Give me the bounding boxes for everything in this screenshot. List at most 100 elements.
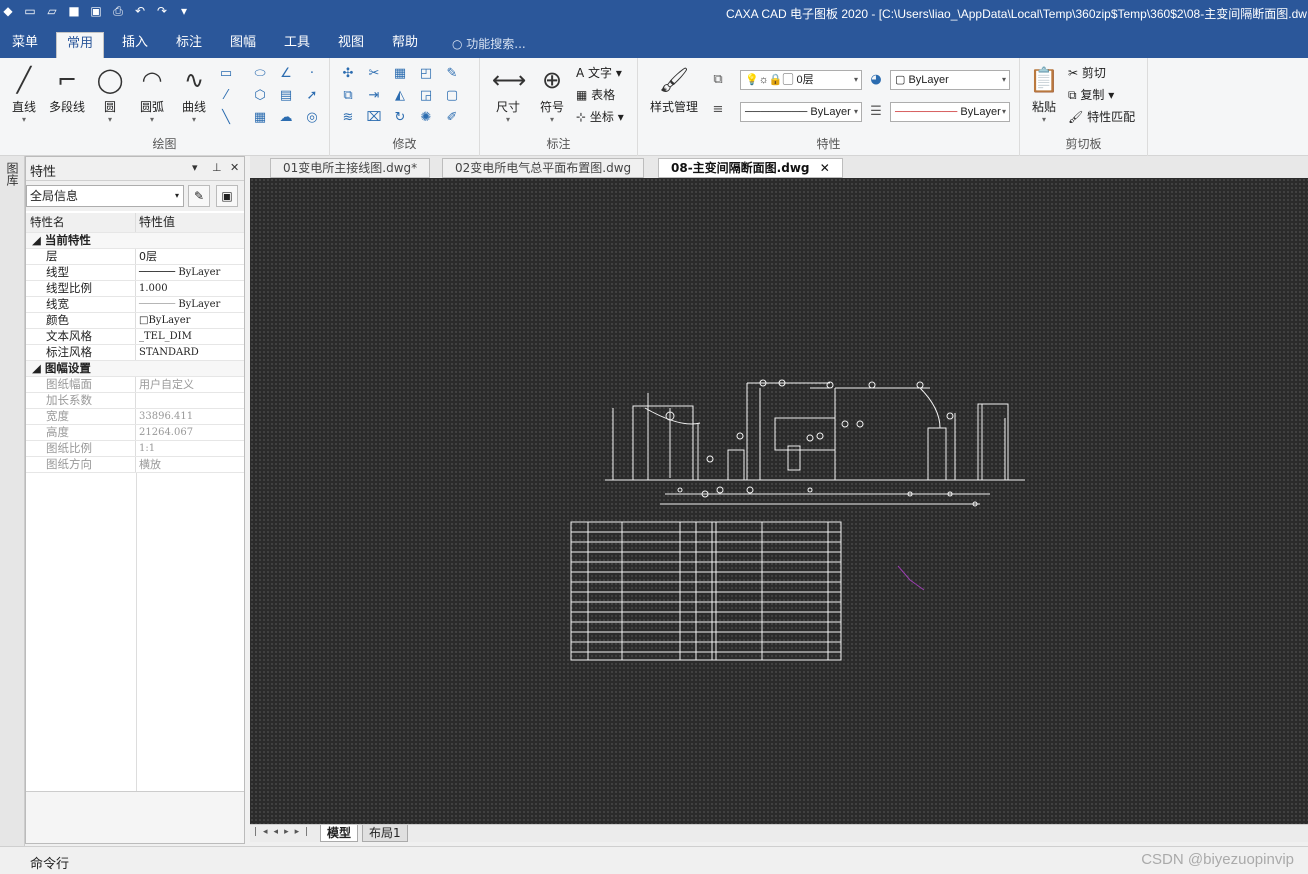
doc-tab[interactable]: 02变电所电气总平面布置图.dwg (442, 158, 645, 178)
ribbon: ╱ 直线 ▾ ⌐ 多段线 ◯ 圆 ▾ ◠ 圆弧 ▾ ∿ 曲线 ▾ ▭ ⬭ ∠ · ⁄ ⬡ ▤ ➚ … (0, 58, 1308, 156)
align-icon[interactable]: ≡ (708, 100, 728, 120)
table-tool[interactable]: ▦ 表格 (576, 86, 615, 103)
property-row[interactable]: 线型比例 1.000 (26, 281, 244, 297)
stretch-icon[interactable]: ▢ (442, 86, 462, 106)
copy-tool[interactable]: ⧉ 复制 ▾ (1068, 86, 1114, 103)
layout-tab-layout1[interactable]: 布局1 (362, 825, 408, 842)
symbol-icon: ⊕ (541, 66, 563, 94)
save-icon[interactable]: ■ (66, 3, 82, 19)
layer-select[interactable]: 💡☼🔒▢ 0层 ▾ (740, 70, 862, 90)
point-icon[interactable]: · (302, 64, 322, 84)
arc-button[interactable]: ◠ 圆弧 ▾ (132, 62, 172, 124)
rotate-icon[interactable]: ↻ (390, 108, 410, 128)
explode-icon[interactable]: ✺ (416, 108, 436, 128)
edit-icon[interactable]: ✐ (442, 108, 462, 128)
hexagon-icon[interactable]: ⬡ (250, 86, 270, 106)
layout-nav-icons[interactable]: |◂◂▸▸| (254, 827, 314, 837)
new-file-icon[interactable]: ▭ (22, 3, 38, 19)
library-tab[interactable]: 图库 (3, 162, 21, 186)
panel-menu-icon[interactable]: ▾ (192, 161, 198, 174)
save-all-icon[interactable]: ▣ (88, 3, 104, 19)
redo-icon[interactable]: ↷ (154, 3, 170, 19)
curve-button[interactable]: ∿ 曲线 ▾ (174, 62, 214, 124)
dimension-button[interactable]: ⟷ 尺寸 ▾ (488, 62, 528, 124)
print-icon[interactable]: ⎙ (110, 3, 126, 19)
annotate-group: ⟷ 尺寸 ▾ ⊕ 符号 ▾ A 文字 ▾ ▦ 表格 ⊹ 坐标 ▾ 标注 (480, 58, 638, 156)
open-file-icon[interactable]: ▱ (44, 3, 60, 19)
tab-help[interactable]: 帮助 (382, 32, 428, 58)
close-icon[interactable]: ✕ (230, 161, 239, 174)
tab-view[interactable]: 视图 (328, 32, 374, 58)
feature-search[interactable]: ○ 功能搜索... (452, 35, 526, 52)
hatch-icon[interactable]: ▤ (276, 86, 296, 106)
rectangle-icon[interactable]: ▭ (216, 64, 236, 84)
property-name: 线型比例 (26, 281, 136, 296)
match-properties-label: 特性匹配 (1087, 110, 1136, 124)
coordinate-tool[interactable]: ⊹ 坐标 ▾ (576, 108, 624, 125)
symbol-button[interactable]: ⊕ 符号 ▾ (532, 62, 572, 124)
slash-icon[interactable]: ⁄ (216, 86, 236, 106)
property-row[interactable]: 线宽 ────── ByLayer (26, 297, 244, 313)
cloud-icon[interactable]: ☁ (276, 108, 296, 128)
line-button[interactable]: ╱ 直线 ▾ (4, 62, 44, 124)
tab-sheet[interactable]: 图幅 (220, 32, 266, 58)
layer-tool-icon[interactable]: ⧉ (708, 70, 728, 90)
circle-button[interactable]: ◯ 圆 ▾ (90, 62, 130, 124)
layout-tab-model[interactable]: 模型 (320, 825, 359, 842)
lineweight-icon[interactable]: ☰ (866, 102, 886, 122)
fillet-icon[interactable]: ◰ (416, 64, 436, 84)
doc-tab[interactable]: 01变电所主接线图.dwg* (270, 158, 431, 178)
polyline-button[interactable]: ⌐ 多段线 (46, 62, 88, 115)
pin-icon[interactable]: ⊥ (212, 161, 222, 174)
table-label: 表格 (591, 88, 616, 102)
trim-icon[interactable]: ✂ (364, 64, 384, 84)
linetype-select[interactable]: ──────── ByLayer ▾ (740, 102, 862, 122)
undo-icon[interactable]: ↶ (132, 3, 148, 19)
property-name: 图纸比例 (26, 441, 136, 456)
section-current[interactable]: ◢ 当前特性 (26, 233, 244, 249)
doc-tab-active[interactable]: 08-主变间隔断面图.dwg ✕ (658, 158, 843, 178)
section-sheet[interactable]: ◢ 图幅设置 (26, 361, 244, 377)
tab-insert[interactable]: 插入 (112, 32, 158, 58)
command-line[interactable]: 命令行 CSDN @biyezuopinvip (0, 846, 1308, 874)
property-row[interactable]: 颜色 □ByLayer (26, 313, 244, 329)
menu-main[interactable]: 菜单 (2, 32, 48, 58)
cut-tool[interactable]: ✂ 剪切 (1068, 64, 1106, 81)
arrow-icon[interactable]: ➚ (302, 86, 322, 106)
angle-icon[interactable]: ∠ (276, 64, 296, 84)
scope-select[interactable]: 全局信息 ▾ (26, 185, 184, 207)
ellipse-icon[interactable]: ⬭ (250, 64, 270, 84)
color-wheel-icon[interactable]: ◕ (866, 70, 886, 90)
donut-icon[interactable]: ◎ (302, 108, 322, 128)
tab-tools[interactable]: 工具 (274, 32, 320, 58)
property-row[interactable]: 文本风格 _TEL_DIM (26, 329, 244, 345)
color-select[interactable]: ▢ ByLayer ▾ (890, 70, 1010, 90)
scale-icon[interactable]: ◲ (416, 86, 436, 106)
text-tool[interactable]: A 文字 ▾ (576, 64, 622, 81)
property-row[interactable]: 标注风格 STANDARD (26, 345, 244, 361)
close-tab-icon[interactable]: ✕ (820, 161, 830, 175)
extend-icon[interactable]: ⇥ (364, 86, 384, 106)
quick-select-icon[interactable]: ▣ (216, 185, 238, 207)
move-icon[interactable]: ✣ (338, 64, 358, 84)
property-row[interactable]: 线型 ────── ByLayer (26, 265, 244, 281)
offset-icon[interactable]: ≋ (338, 108, 358, 128)
eraser-icon[interactable]: ✎ (442, 64, 462, 84)
customize-icon[interactable]: ▾ (176, 3, 192, 19)
drawing-canvas[interactable] (250, 178, 1308, 824)
app-logo-icon[interactable]: ◆ (0, 3, 16, 19)
match-properties-tool[interactable]: 🖌 特性匹配 (1068, 108, 1135, 125)
style-manager-button[interactable]: 🖌 样式管理 (644, 62, 704, 115)
mirror-icon[interactable]: ◭ (390, 86, 410, 106)
property-row[interactable]: 层 0层 (26, 249, 244, 265)
construction-line-icon[interactable]: ╲ (216, 108, 236, 128)
paste-button[interactable]: 📋 粘贴 ▾ (1024, 62, 1064, 124)
block-icon[interactable]: ▦ (250, 108, 270, 128)
tab-home[interactable]: 常用 (56, 32, 105, 58)
tab-annotate[interactable]: 标注 (166, 32, 212, 58)
break-icon[interactable]: ⌧ (364, 108, 384, 128)
pick-object-icon[interactable]: ✎ (188, 185, 210, 207)
copy-object-icon[interactable]: ⧉ (338, 86, 358, 106)
lineweight-select[interactable]: ──────── ByLayer ▾ (890, 102, 1010, 122)
array-icon[interactable]: ▦ (390, 64, 410, 84)
